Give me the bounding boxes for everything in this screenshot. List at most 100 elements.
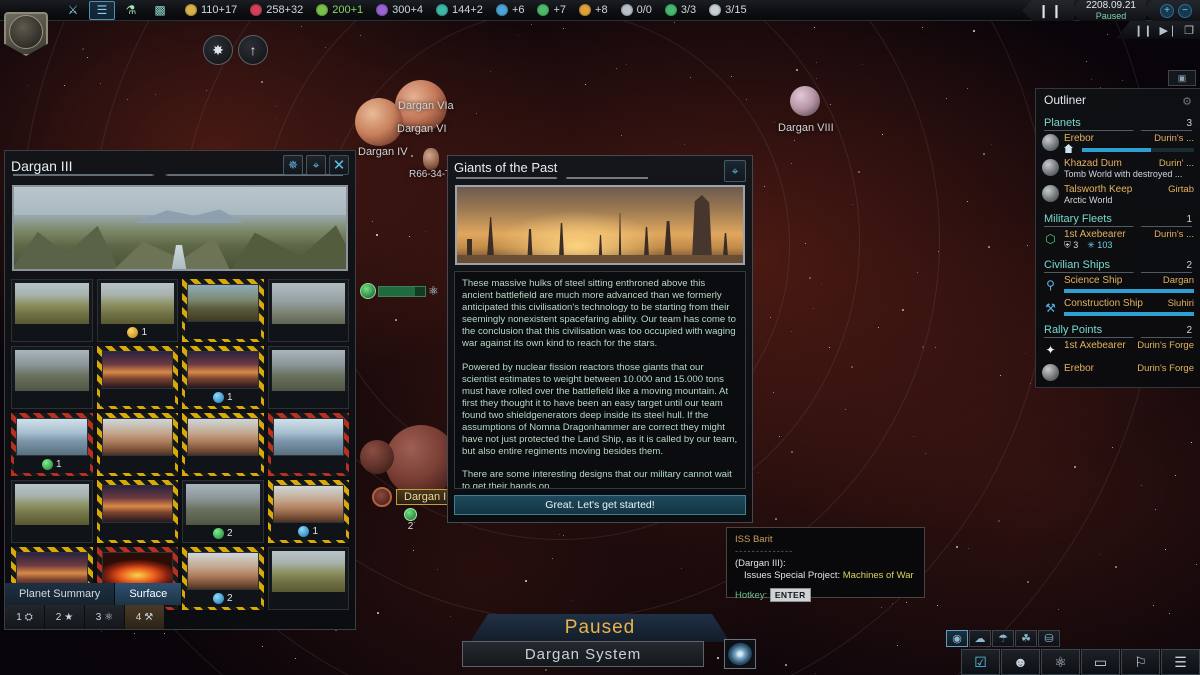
colony-designation-button[interactable]: ✵ bbox=[283, 155, 303, 175]
map-mode-default[interactable]: ◉ bbox=[946, 630, 968, 647]
minimize-outliner-button[interactable]: ▣ bbox=[1168, 70, 1196, 86]
tile-artwork bbox=[15, 484, 89, 526]
pause-button[interactable]: ❙❙ bbox=[1134, 24, 1152, 37]
planet-tile[interactable]: 1 bbox=[268, 480, 350, 543]
zoom-out-button[interactable]: − bbox=[1178, 4, 1192, 18]
pause-indicator[interactable]: ❙❙ bbox=[1022, 0, 1074, 21]
planet-icon bbox=[1042, 185, 1059, 202]
planet-label-dargan-vi[interactable]: Dargan VI bbox=[397, 123, 447, 135]
resource-alloys[interactable]: 0/0 bbox=[621, 4, 652, 16]
resource-starbase-capacity[interactable]: 3/3 bbox=[665, 4, 696, 16]
event-expand-button[interactable]: ⌖ bbox=[724, 160, 746, 182]
outliner-section-military-fleets[interactable]: Military Fleets 1 bbox=[1036, 210, 1200, 226]
resource-physics[interactable]: +6 bbox=[496, 4, 525, 16]
planet-tile[interactable] bbox=[182, 413, 264, 476]
planet-r66-34-t1[interactable] bbox=[423, 148, 439, 170]
resource-unity[interactable]: 144+2 bbox=[436, 4, 483, 16]
planet-tile[interactable] bbox=[11, 480, 93, 543]
resource-engineering[interactable]: +8 bbox=[579, 4, 608, 16]
planet-tile[interactable] bbox=[11, 279, 93, 342]
tile-artwork bbox=[273, 418, 345, 456]
resource-society[interactable]: +7 bbox=[537, 4, 566, 16]
event-option-button[interactable]: Great. Let's get started! bbox=[454, 495, 746, 515]
planet-view-buttons: 1 ⛭ 2 ★ 3 ⚛ 4 ⚒ bbox=[5, 605, 357, 629]
planet-tile[interactable] bbox=[97, 413, 179, 476]
outliner-row[interactable]: ⚲ Science Ship Dargan bbox=[1036, 272, 1200, 295]
view-button-2[interactable]: 2 ★ bbox=[45, 605, 85, 629]
tab-planet-summary[interactable]: Planet Summary bbox=[5, 583, 115, 605]
research-icon[interactable]: ⚗ bbox=[118, 1, 144, 20]
planet-label-dargan-viii[interactable]: Dargan VIII bbox=[778, 122, 834, 134]
planet-dargan-viii[interactable] bbox=[790, 86, 820, 116]
engineering-value: +8 bbox=[595, 4, 608, 16]
species-button[interactable]: ☻ bbox=[1001, 649, 1040, 675]
outliner-row[interactable]: ⚒ Construction Ship Sluhiri bbox=[1036, 295, 1200, 318]
view-button-3[interactable]: 3 ⚛ bbox=[85, 605, 125, 629]
edicts-button[interactable]: ⚐ bbox=[1121, 649, 1160, 675]
planet-tile[interactable]: 2 bbox=[182, 480, 264, 543]
planet-tile[interactable]: 1 bbox=[11, 413, 93, 476]
map-mode-resources[interactable]: ☘ bbox=[1015, 630, 1037, 647]
planet-tile[interactable]: 1 bbox=[182, 346, 264, 409]
view-button-1[interactable]: 1 ⛭ bbox=[5, 605, 45, 629]
system-name-bar[interactable]: Dargan System bbox=[462, 641, 704, 667]
planet-tile[interactable] bbox=[97, 480, 179, 543]
view-button-4[interactable]: 4 ⚒ bbox=[125, 605, 165, 629]
galaxy-map-button[interactable]: ↑ bbox=[238, 35, 268, 65]
planet-tile[interactable] bbox=[182, 279, 264, 342]
zoom-in-button[interactable]: + bbox=[1160, 4, 1174, 18]
outliner-section-rally-points[interactable]: Rally Points 2 bbox=[1036, 321, 1200, 337]
map-mode-trade[interactable]: ⛁ bbox=[1038, 630, 1060, 647]
save-button[interactable]: ❐ bbox=[1184, 24, 1194, 37]
resource-food[interactable]: 200+1 bbox=[316, 4, 363, 16]
resource-energy-credits[interactable]: 110+17 bbox=[185, 4, 237, 16]
situation-log-icon[interactable]: ☰ bbox=[89, 1, 115, 20]
system-view-button[interactable]: ✸ bbox=[203, 35, 233, 65]
messages-button[interactable]: ▭ bbox=[1081, 649, 1120, 675]
menu-button[interactable]: ☰ bbox=[1161, 649, 1200, 675]
planet-tile[interactable] bbox=[97, 346, 179, 409]
resource-naval-capacity[interactable]: 3/15 bbox=[709, 4, 746, 16]
close-panel-button[interactable]: ✕ bbox=[329, 155, 349, 175]
planet-dargan-vi[interactable] bbox=[355, 98, 403, 146]
planet-tile[interactable]: 1 bbox=[97, 279, 179, 342]
planet-label-dargan-via[interactable]: Dargan VIa bbox=[398, 100, 454, 112]
contacts-icon[interactable]: ⚔ bbox=[60, 1, 86, 20]
tile-artwork bbox=[102, 485, 174, 523]
map-mode-factions[interactable]: ☂ bbox=[992, 630, 1014, 647]
starbase-capacity-icon bbox=[665, 4, 677, 16]
planet-tile[interactable] bbox=[268, 346, 350, 409]
planet-panel-header-buttons: ✵ ⌖ ✕ bbox=[283, 155, 349, 175]
resource-minerals[interactable]: 258+32 bbox=[250, 4, 303, 16]
tab-surface[interactable]: Surface bbox=[115, 583, 182, 605]
game-speed-controls: ❙❙ ▶❘ ❐ bbox=[1116, 21, 1200, 39]
planet-label-dargan-iv[interactable]: Dargan IV bbox=[358, 146, 408, 158]
habitability-icon bbox=[360, 283, 376, 299]
outliner-row[interactable]: ✦ 1st Axebearer Durin's Forge bbox=[1036, 337, 1200, 360]
event-header: Giants of the Past ⌖ bbox=[448, 156, 752, 182]
resource-influence[interactable]: 300+4 bbox=[376, 4, 423, 16]
outliner-section-civilian-ships[interactable]: Civilian Ships 2 bbox=[1036, 256, 1200, 272]
market-icon[interactable]: ▩ bbox=[147, 1, 173, 20]
planet-view-button[interactable]: ⌖ bbox=[306, 155, 326, 175]
planet-habitability-bar[interactable]: ⚛ bbox=[360, 283, 439, 299]
outliner-section-planets[interactable]: Planets 3 bbox=[1036, 114, 1200, 130]
galaxy-map-button[interactable] bbox=[724, 639, 756, 669]
outliner-row[interactable]: Talsworth Keep Girtab Arctic World bbox=[1036, 181, 1200, 207]
planet-tile[interactable] bbox=[11, 346, 93, 409]
outliner-row[interactable]: Khazad Dum Durin' ... Tomb World with dest… bbox=[1036, 155, 1200, 181]
gear-icon[interactable]: ⚙ bbox=[1182, 95, 1192, 108]
event-title-divider bbox=[456, 177, 648, 179]
technology-button[interactable]: ⚛ bbox=[1041, 649, 1080, 675]
energy-credits-value: 110+17 bbox=[201, 4, 237, 16]
planet-tile[interactable] bbox=[268, 279, 350, 342]
step-button[interactable]: ▶❘ bbox=[1159, 24, 1177, 37]
outliner-row[interactable]: ⬡ 1st Axebearer Durin's ... ⛨ 3 ✳ 103 bbox=[1036, 226, 1200, 253]
outliner-row[interactable]: Erebor Durin's ... bbox=[1036, 130, 1200, 155]
outliner-row-name: 1st Axebearer bbox=[1064, 340, 1126, 351]
map-mode-borders[interactable]: ☁ bbox=[969, 630, 991, 647]
objectives-button[interactable]: ☑ bbox=[961, 649, 1000, 675]
planet-dargan-ii[interactable] bbox=[360, 440, 394, 474]
outliner-row[interactable]: Erebor Durin's Forge bbox=[1036, 360, 1200, 383]
planet-tile[interactable] bbox=[268, 413, 350, 476]
